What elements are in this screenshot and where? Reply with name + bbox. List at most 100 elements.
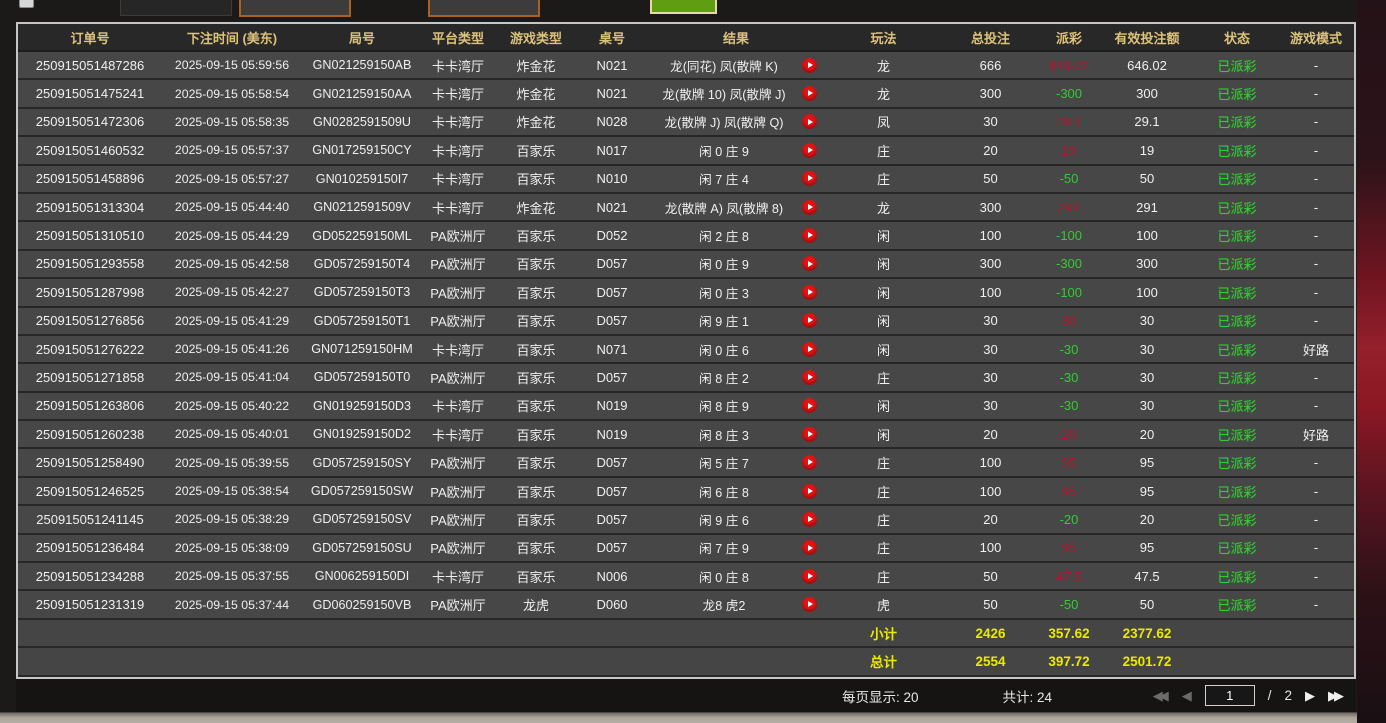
mode-cell: 好路 xyxy=(1278,340,1354,359)
column-header: 派彩 xyxy=(1040,28,1098,47)
payout-cell: -300 xyxy=(1040,256,1098,271)
total-bet-cell: 30 xyxy=(941,313,1040,328)
result-cell: 闲 0 庄 8 xyxy=(646,567,826,586)
mode-cell: - xyxy=(1278,256,1354,271)
column-header: 玩法 xyxy=(826,28,941,47)
total-bet-cell: 20 xyxy=(941,427,1040,442)
result-text: 龙8 虎2 xyxy=(646,595,802,614)
result-cell: 闲 8 庄 2 xyxy=(646,368,826,387)
page-input[interactable] xyxy=(1205,685,1255,706)
background-bottom-strip xyxy=(0,712,1357,723)
result-text: 闲 5 庄 7 xyxy=(646,453,802,472)
status-cell: 已派彩 xyxy=(1196,56,1278,75)
video-play-icon[interactable] xyxy=(802,455,817,470)
status-cell: 已派彩 xyxy=(1196,396,1278,415)
round-cell: GD057259150SY xyxy=(302,456,422,470)
status-cell: 已派彩 xyxy=(1196,141,1278,160)
table-no-cell: N021 xyxy=(578,58,646,73)
game-type-cell: 百家乐 xyxy=(494,141,578,160)
table-no-cell: N071 xyxy=(578,342,646,357)
text-input[interactable] xyxy=(120,0,232,16)
result-cell: 闲 0 庄 3 xyxy=(646,283,826,302)
video-play-icon[interactable] xyxy=(802,597,817,612)
video-play-icon[interactable] xyxy=(802,171,817,186)
valid-bet-cell: 95 xyxy=(1098,540,1196,555)
prev-page-icon[interactable]: ◀ xyxy=(1182,688,1192,704)
table-no-cell: D057 xyxy=(578,313,646,328)
result-text: 闲 2 庄 8 xyxy=(646,226,802,245)
result-cell: 龙8 虎2 xyxy=(646,595,826,614)
video-play-icon[interactable] xyxy=(802,540,817,555)
video-play-icon[interactable] xyxy=(802,569,817,584)
result-cell: 闲 7 庄 4 xyxy=(646,169,826,188)
video-play-icon[interactable] xyxy=(802,512,817,527)
column-header: 桌号 xyxy=(578,28,646,47)
first-page-icon[interactable]: ◀◀ xyxy=(1153,688,1169,704)
status-cell: 已派彩 xyxy=(1196,169,1278,188)
order-cell: 250915051263806 xyxy=(18,398,162,413)
game-type-cell: 百家乐 xyxy=(494,340,578,359)
game-type-cell: 炸金花 xyxy=(494,84,578,103)
table-row: 2509150514723062025-09-15 05:58:35GN0282… xyxy=(18,109,1354,137)
total-bet-cell: 300 xyxy=(941,200,1040,215)
column-header: 订单号 xyxy=(18,28,162,47)
game-type-cell: 百家乐 xyxy=(494,567,578,586)
dropdown-1[interactable] xyxy=(239,0,351,17)
table-row: 2509150512465252025-09-15 05:38:54GD0572… xyxy=(18,478,1354,506)
video-play-icon[interactable] xyxy=(802,398,817,413)
total-total-bet: 2554 xyxy=(941,654,1040,669)
video-play-icon[interactable] xyxy=(802,484,817,499)
table-row: 2509150513133042025-09-15 05:44:40GN0212… xyxy=(18,194,1354,222)
platform-cell: 卡卡湾厅 xyxy=(422,425,494,444)
video-play-icon[interactable] xyxy=(802,86,817,101)
video-play-icon[interactable] xyxy=(802,313,817,328)
payout-cell: 20 xyxy=(1040,427,1098,442)
platform-cell: 卡卡湾厅 xyxy=(422,169,494,188)
order-cell: 250915051260238 xyxy=(18,427,162,442)
payout-cell: -50 xyxy=(1040,171,1098,186)
mode-cell: - xyxy=(1278,228,1354,243)
mode-cell: - xyxy=(1278,398,1354,413)
play-cell: 虎 xyxy=(826,595,941,614)
column-header: 游戏类型 xyxy=(494,28,578,47)
total-bet-cell: 50 xyxy=(941,597,1040,612)
video-play-icon[interactable] xyxy=(802,58,817,73)
platform-cell: 卡卡湾厅 xyxy=(422,112,494,131)
valid-bet-cell: 100 xyxy=(1098,285,1196,300)
platform-cell: PA欧洲厅 xyxy=(422,595,494,614)
column-header: 总投注 xyxy=(941,28,1040,47)
video-play-icon[interactable] xyxy=(802,285,817,300)
play-cell: 闲 xyxy=(826,396,941,415)
video-play-icon[interactable] xyxy=(802,342,817,357)
round-cell: GN071259150HM xyxy=(302,342,422,356)
payout-cell: -50 xyxy=(1040,597,1098,612)
time-cell: 2025-09-15 05:38:29 xyxy=(162,512,302,526)
result-text: 闲 8 庄 3 xyxy=(646,425,802,444)
table-no-cell: N017 xyxy=(578,143,646,158)
dropdown-2[interactable] xyxy=(428,0,540,17)
payout-cell: -30 xyxy=(1040,370,1098,385)
result-text: 闲 6 庄 8 xyxy=(646,482,802,501)
mode-cell: - xyxy=(1278,370,1354,385)
search-button[interactable] xyxy=(650,0,717,14)
video-play-icon[interactable] xyxy=(802,370,817,385)
video-play-icon[interactable] xyxy=(802,200,817,215)
checkbox[interactable] xyxy=(19,0,34,8)
table-row: 2509150512638062025-09-15 05:40:22GN0192… xyxy=(18,393,1354,421)
video-play-icon[interactable] xyxy=(802,114,817,129)
next-page-icon[interactable]: ▶ xyxy=(1305,688,1315,704)
round-cell: GD057259150T3 xyxy=(302,285,422,299)
round-cell: GN0282591509U xyxy=(302,115,422,129)
video-play-icon[interactable] xyxy=(802,256,817,271)
video-play-icon[interactable] xyxy=(802,143,817,158)
video-play-icon[interactable] xyxy=(802,228,817,243)
play-cell: 龙 xyxy=(826,56,941,75)
time-cell: 2025-09-15 05:40:22 xyxy=(162,399,302,413)
last-page-icon[interactable]: ▶▶ xyxy=(1328,688,1344,704)
round-cell: GN021259150AB xyxy=(302,58,422,72)
round-cell: GN021259150AA xyxy=(302,87,422,101)
result-cell: 闲 5 庄 7 xyxy=(646,453,826,472)
total-bet-cell: 20 xyxy=(941,143,1040,158)
total-bet-cell: 300 xyxy=(941,86,1040,101)
video-play-icon[interactable] xyxy=(802,427,817,442)
